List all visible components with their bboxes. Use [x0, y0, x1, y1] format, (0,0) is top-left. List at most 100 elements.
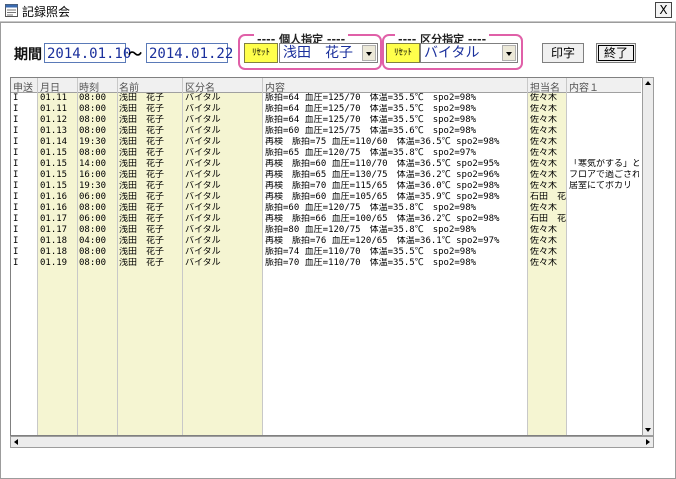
table-row[interactable]: I 01.15 19:30 浅田 花子 バイタル 再検 脈拍=70 血圧=115/65 体…: [11, 181, 641, 192]
row-name[interactable]: 浅田 花子: [119, 93, 181, 104]
row-staff[interactable]: 佐々木: [530, 115, 566, 126]
row-date[interactable]: 01.15: [40, 170, 76, 181]
row-time[interactable]: 08:00: [79, 247, 115, 258]
column-header[interactable]: 区分名: [185, 79, 215, 94]
row-content[interactable]: 再検 脈拍=65 血圧=130/75 体温=36.2℃ spo2=96%: [265, 170, 525, 181]
row-date[interactable]: 01.18: [40, 247, 76, 258]
vertical-scrollbar[interactable]: [642, 77, 654, 436]
horizontal-scrollbar[interactable]: [10, 436, 654, 448]
row-staff[interactable]: 佐々木: [530, 258, 566, 269]
row-flag[interactable]: I: [13, 247, 35, 258]
row-date[interactable]: 01.15: [40, 148, 76, 159]
column-header[interactable]: 申送: [13, 79, 33, 94]
row-category[interactable]: バイタル: [185, 137, 261, 148]
row-flag[interactable]: I: [13, 214, 35, 225]
row-category[interactable]: バイタル: [185, 159, 261, 170]
table-row[interactable]: I 01.17 08:00 浅田 花子 バイタル 脈拍=80 血圧=120/75 体温=3…: [11, 225, 641, 236]
row-category[interactable]: バイタル: [185, 203, 261, 214]
row-name[interactable]: 浅田 花子: [119, 192, 181, 203]
row-content[interactable]: 再検 脈拍=66 血圧=100/65 体温=36.2℃ spo2=98%: [265, 214, 525, 225]
row-date[interactable]: 01.14: [40, 137, 76, 148]
table-row[interactable]: I 01.11 08:00 浅田 花子 バイタル 脈拍=64 血圧=125/70 体温=3…: [11, 93, 641, 104]
row-content[interactable]: 脈拍=80 血圧=120/75 体温=35.8℃ spo2=98%: [265, 225, 525, 236]
row-category[interactable]: バイタル: [185, 192, 261, 203]
row-staff[interactable]: 佐々木: [530, 104, 566, 115]
row-content[interactable]: 脈拍=64 血圧=125/70 体温=35.5℃ spo2=98%: [265, 115, 525, 126]
row-date[interactable]: 01.19: [40, 258, 76, 269]
row-time[interactable]: 08:00: [79, 203, 115, 214]
row-time[interactable]: 04:00: [79, 236, 115, 247]
column-header[interactable]: 月日: [40, 79, 60, 94]
row-content[interactable]: 脈拍=60 血圧=120/75 体温=35.8℃ spo2=98%: [265, 203, 525, 214]
row-time[interactable]: 08:00: [79, 93, 115, 104]
row-flag[interactable]: I: [13, 203, 35, 214]
scroll-up-icon[interactable]: [645, 81, 651, 85]
table-row[interactable]: I 01.17 06:00 浅田 花子 バイタル 再検 脈拍=66 血圧=100/65 体…: [11, 214, 641, 225]
row-date[interactable]: 01.11: [40, 93, 76, 104]
row-time[interactable]: 16:00: [79, 170, 115, 181]
row-name[interactable]: 浅田 花子: [119, 258, 181, 269]
row-note[interactable]: 「寒気がする」と: [569, 159, 639, 170]
row-content[interactable]: 再検 脈拍=60 血圧=110/70 体温=36.5℃ spo2=95%: [265, 159, 525, 170]
row-category[interactable]: バイタル: [185, 170, 261, 181]
table-row[interactable]: I 01.15 08:00 浅田 花子 バイタル 脈拍=65 血圧=120/75 体温=3…: [11, 148, 641, 159]
row-category[interactable]: バイタル: [185, 126, 261, 137]
row-staff[interactable]: 佐々木: [530, 93, 566, 104]
row-time[interactable]: 14:00: [79, 159, 115, 170]
personal-select[interactable]: 浅田 花子: [279, 43, 378, 63]
row-time[interactable]: 06:00: [79, 192, 115, 203]
row-flag[interactable]: I: [13, 148, 35, 159]
row-staff[interactable]: 石田 花: [530, 214, 566, 225]
row-flag[interactable]: I: [13, 181, 35, 192]
row-category[interactable]: バイタル: [185, 181, 261, 192]
row-time[interactable]: 08:00: [79, 225, 115, 236]
row-content[interactable]: 再検 脈拍=75 血圧=110/60 体温=36.5℃ spo2=98%: [265, 137, 525, 148]
row-time[interactable]: 19:30: [79, 137, 115, 148]
row-category[interactable]: バイタル: [185, 258, 261, 269]
row-content[interactable]: 脈拍=64 血圧=125/70 体温=35.5℃ spo2=98%: [265, 104, 525, 115]
column-header[interactable]: 時刻: [79, 79, 99, 94]
table-row[interactable]: I 01.15 14:00 浅田 花子 バイタル 再検 脈拍=60 血圧=110/70 体…: [11, 159, 641, 170]
row-date[interactable]: 01.17: [40, 225, 76, 236]
column-header[interactable]: 内容: [265, 79, 285, 94]
row-content[interactable]: 脈拍=70 血圧=110/70 体温=35.5℃ spo2=98%: [265, 258, 525, 269]
row-staff[interactable]: 佐々木: [530, 159, 566, 170]
row-category[interactable]: バイタル: [185, 93, 261, 104]
table-row[interactable]: I 01.16 06:00 浅田 花子 バイタル 再検 脈拍=60 血圧=105/65 体…: [11, 192, 641, 203]
row-name[interactable]: 浅田 花子: [119, 203, 181, 214]
row-category[interactable]: バイタル: [185, 148, 261, 159]
table-row[interactable]: I 01.11 08:00 浅田 花子 バイタル 脈拍=64 血圧=125/70 体温=3…: [11, 104, 641, 115]
row-staff[interactable]: 佐々木: [530, 126, 566, 137]
row-staff[interactable]: 佐々木: [530, 181, 566, 192]
row-time[interactable]: 08:00: [79, 258, 115, 269]
row-date[interactable]: 01.15: [40, 181, 76, 192]
row-category[interactable]: バイタル: [185, 104, 261, 115]
scroll-down-icon[interactable]: [645, 428, 651, 432]
row-date[interactable]: 01.15: [40, 159, 76, 170]
row-time[interactable]: 19:30: [79, 181, 115, 192]
row-flag[interactable]: I: [13, 126, 35, 137]
row-staff[interactable]: 佐々木: [530, 203, 566, 214]
row-date[interactable]: 01.12: [40, 115, 76, 126]
chevron-down-icon[interactable]: [502, 45, 516, 61]
period-from-input[interactable]: 2014.01.10: [44, 43, 131, 63]
table-row[interactable]: I 01.15 16:00 浅田 花子 バイタル 再検 脈拍=65 血圧=130/75 体…: [11, 170, 641, 181]
row-name[interactable]: 浅田 花子: [119, 159, 181, 170]
row-flag[interactable]: I: [13, 159, 35, 170]
row-flag[interactable]: I: [13, 225, 35, 236]
row-name[interactable]: 浅田 花子: [119, 214, 181, 225]
row-date[interactable]: 01.13: [40, 126, 76, 137]
row-name[interactable]: 浅田 花子: [119, 247, 181, 258]
row-name[interactable]: 浅田 花子: [119, 115, 181, 126]
row-date[interactable]: 01.17: [40, 214, 76, 225]
row-flag[interactable]: I: [13, 192, 35, 203]
row-name[interactable]: 浅田 花子: [119, 148, 181, 159]
chevron-down-icon[interactable]: [362, 45, 376, 61]
row-content[interactable]: 脈拍=65 血圧=120/75 体温=35.8℃ spo2=97%: [265, 148, 525, 159]
row-flag[interactable]: I: [13, 115, 35, 126]
row-note[interactable]: 居室にてボカリ: [569, 181, 639, 192]
table-row[interactable]: I 01.18 08:00 浅田 花子 バイタル 脈拍=74 血圧=110/70 体温=3…: [11, 247, 641, 258]
row-category[interactable]: バイタル: [185, 225, 261, 236]
row-content[interactable]: 脈拍=64 血圧=125/70 体温=35.5℃ spo2=98%: [265, 93, 525, 104]
row-time[interactable]: 08:00: [79, 126, 115, 137]
